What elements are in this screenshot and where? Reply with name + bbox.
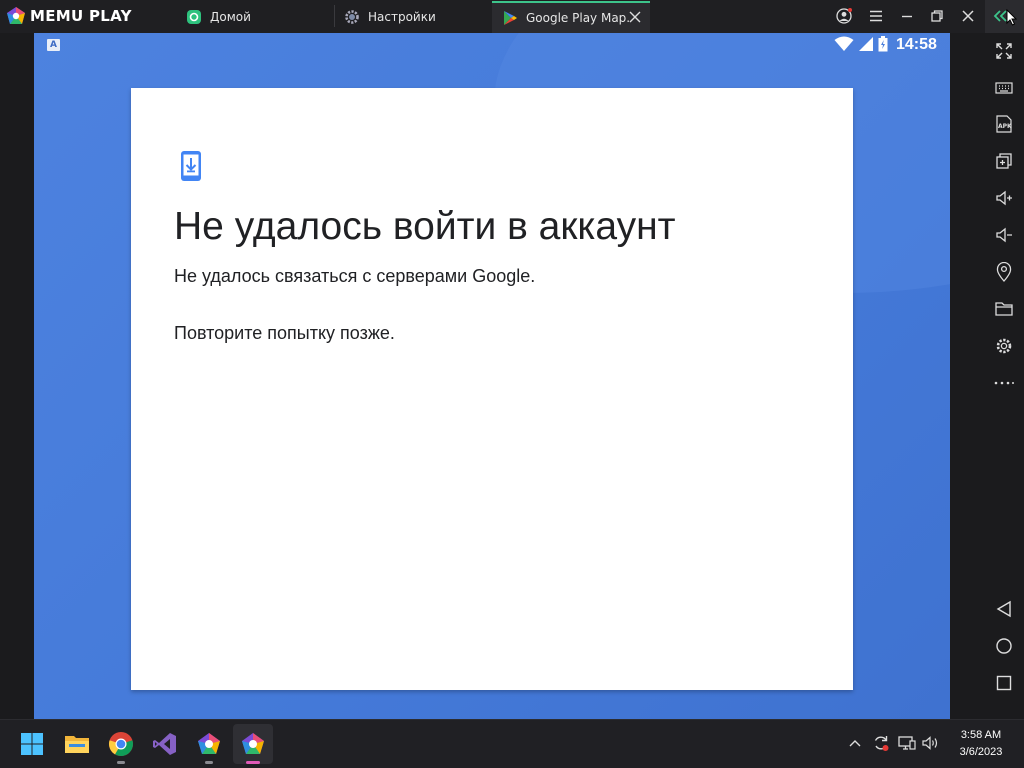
mouse-cursor-icon xyxy=(1006,9,1017,26)
memu-player-button[interactable] xyxy=(233,724,273,764)
keyboard-button[interactable] xyxy=(993,77,1015,99)
app-name: MEMU PLAY xyxy=(30,7,132,25)
clock-date: 3/6/2023 xyxy=(959,746,1003,758)
location-icon xyxy=(996,262,1012,282)
sign-in-error-dialog: Не удалось войти в аккаунт Не удалось св… xyxy=(131,88,853,690)
location-button[interactable] xyxy=(993,261,1015,283)
android-recents-button[interactable] xyxy=(993,672,1015,694)
dialog-retry-text: Повторите попытку позже. xyxy=(174,323,395,343)
folder-icon xyxy=(995,302,1013,316)
status-notification-badge: A xyxy=(47,39,60,51)
taskbar-clock[interactable]: 3:58 AM 3/6/2023 xyxy=(950,727,1012,761)
tab-home[interactable]: Домой xyxy=(180,1,330,33)
tab-google-play[interactable]: Google Play Map. xyxy=(492,1,650,33)
recents-icon xyxy=(996,675,1012,691)
chrome-running-indicator xyxy=(117,761,125,764)
settings-icon xyxy=(996,338,1012,354)
start-button[interactable] xyxy=(18,730,46,758)
folder-button[interactable] xyxy=(993,298,1015,320)
chevron-up-icon[interactable] xyxy=(848,738,862,748)
tab-google-play-label: Google Play Map. xyxy=(526,11,631,25)
status-icons xyxy=(834,36,888,52)
tab-settings[interactable]: Настройки xyxy=(338,1,488,33)
memu-multi-icon xyxy=(198,733,220,754)
keyboard-icon xyxy=(995,82,1013,94)
android-home-button[interactable] xyxy=(993,635,1015,657)
menu-icon[interactable] xyxy=(868,8,884,24)
volume-down-button[interactable] xyxy=(993,224,1015,246)
visual-studio-button[interactable] xyxy=(151,730,179,758)
fullscreen-button[interactable] xyxy=(993,40,1015,62)
wifi-icon xyxy=(834,36,854,51)
tab-divider xyxy=(334,5,335,27)
memu-logo: MEMU PLAY xyxy=(6,6,132,26)
sidebar-toggle[interactable] xyxy=(985,0,1024,33)
memu-player-icon xyxy=(242,733,264,754)
settings-gear-icon xyxy=(344,9,360,25)
phone-download-icon xyxy=(181,151,201,181)
chrome-icon xyxy=(109,732,133,756)
memu-player-active-indicator xyxy=(246,761,260,764)
dialog-title: Не удалось войти в аккаунт xyxy=(174,205,676,248)
system-tray xyxy=(848,734,940,752)
apk-label: APK xyxy=(998,123,1012,130)
google-play-icon xyxy=(502,10,518,26)
restore-icon[interactable] xyxy=(929,8,945,24)
apk-button[interactable]: APK xyxy=(993,113,1015,135)
home-icon xyxy=(996,638,1012,654)
memu-multi-running-indicator xyxy=(205,761,213,764)
back-icon xyxy=(996,600,1011,618)
fullscreen-icon xyxy=(996,43,1012,59)
account-icon[interactable] xyxy=(836,8,852,24)
battery-icon xyxy=(878,36,888,52)
memu-logo-icon xyxy=(7,7,25,24)
status-time: 14:58 xyxy=(896,36,937,53)
close-icon[interactable] xyxy=(960,8,976,24)
android-screen[interactable]: A 14:58 Не удалось войти в аккаунт Не уд… xyxy=(34,33,950,719)
multi-instance-icon xyxy=(996,153,1012,169)
settings-button[interactable] xyxy=(993,335,1015,357)
windows-taskbar: 3:58 AM 3/6/2023 xyxy=(0,719,1024,768)
more-icon xyxy=(994,381,1014,385)
chrome-button[interactable] xyxy=(107,730,135,758)
android-back-button[interactable] xyxy=(993,598,1015,620)
title-bar: MEMU PLAY Домой Настройки Google Play Ma… xyxy=(0,0,1024,33)
volume-up-button[interactable] xyxy=(993,187,1015,209)
sync-icon[interactable] xyxy=(872,734,890,752)
clock-time: 3:58 AM xyxy=(960,729,1002,741)
windows-start-icon xyxy=(21,733,43,755)
more-button[interactable] xyxy=(993,372,1015,394)
tab-home-label: Домой xyxy=(210,10,251,24)
minimize-icon[interactable] xyxy=(899,8,915,24)
memu-home-icon xyxy=(186,9,202,25)
volume-icon[interactable] xyxy=(922,735,940,751)
network-icon[interactable] xyxy=(898,735,916,751)
visual-studio-icon xyxy=(153,733,176,755)
multi-instance-button[interactable] xyxy=(993,150,1015,172)
dialog-message: Не удалось связаться с серверами Google. xyxy=(174,266,536,286)
volume-up-icon xyxy=(996,190,1012,206)
memu-multi-button[interactable] xyxy=(195,730,223,758)
file-explorer-button[interactable] xyxy=(63,730,91,758)
signal-icon xyxy=(859,37,873,51)
close-tab-icon[interactable] xyxy=(628,10,642,24)
file-explorer-icon xyxy=(65,736,89,753)
apk-icon: APK xyxy=(996,115,1012,133)
tab-settings-label: Настройки xyxy=(368,10,436,24)
volume-down-icon xyxy=(996,227,1012,243)
